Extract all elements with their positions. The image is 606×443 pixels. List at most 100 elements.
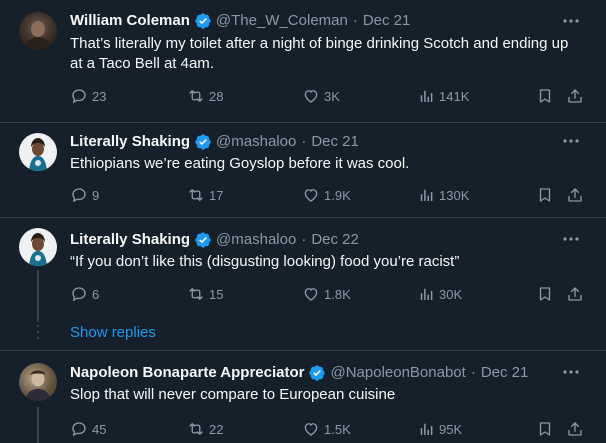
views-button[interactable]: 95K [417, 419, 462, 439]
views-icon [417, 87, 435, 105]
tweet-date[interactable]: Dec 21 [481, 363, 529, 383]
tweet-text: That’s literally my toilet after a night… [70, 35, 569, 72]
retweet-count: 15 [209, 286, 224, 302]
more-icon[interactable] [562, 138, 580, 144]
bookmark-icon [536, 87, 554, 105]
show-replies-link[interactable]: Show replies [70, 324, 156, 341]
views-button[interactable]: 30K [417, 284, 462, 304]
reply-button[interactable]: 45 [70, 419, 106, 439]
like-button[interactable]: 1.8K [302, 284, 351, 304]
retweet-button[interactable]: 28 [187, 86, 223, 106]
more-icon[interactable] [562, 236, 580, 242]
bookmark-button[interactable] [536, 419, 558, 439]
author-name[interactable]: Literally Shaking [70, 230, 190, 250]
reply-icon [70, 186, 88, 204]
tweet-date[interactable]: Dec 21 [311, 132, 359, 152]
share-button[interactable] [566, 86, 588, 106]
reply-button[interactable]: 23 [70, 86, 106, 106]
views-count: 141K [439, 88, 470, 104]
thread-line [37, 270, 39, 322]
like-button[interactable]: 1.9K [302, 185, 351, 205]
tweet-1[interactable]: William Coleman @The_W_Coleman · Dec 21 … [0, 0, 606, 122]
avatar[interactable] [19, 228, 57, 266]
retweet-button[interactable]: 17 [187, 185, 223, 205]
bookmark-icon [536, 285, 554, 303]
separator-dot: · [352, 12, 358, 29]
views-button[interactable]: 130K [417, 185, 469, 205]
views-icon [417, 186, 435, 204]
author-handle[interactable]: @mashaloo [216, 132, 296, 152]
avatar[interactable] [19, 12, 57, 50]
separator-dot: · [301, 133, 307, 150]
reply-count: 6 [92, 286, 100, 302]
views-count: 130K [439, 187, 470, 203]
tweet-date[interactable]: Dec 22 [311, 230, 359, 250]
tweet-2[interactable]: Literally Shaking @mashaloo · Dec 21 Eth… [0, 123, 606, 217]
retweet-button[interactable]: 22 [187, 419, 223, 439]
tweet-date[interactable]: Dec 21 [363, 11, 411, 31]
separator-dot: · [301, 231, 307, 248]
like-icon [302, 186, 320, 204]
author-handle[interactable]: @The_W_Coleman [216, 11, 348, 31]
reply-icon [70, 285, 88, 303]
share-button[interactable] [566, 284, 588, 304]
tweet-4[interactable]: Napoleon Bonaparte Appreciator @Napoleon… [0, 351, 606, 443]
bookmark-icon [536, 186, 554, 204]
views-icon [417, 285, 435, 303]
tweet-text: Slop that will never compare to European… [70, 386, 396, 403]
bookmark-button[interactable] [536, 185, 558, 205]
retweet-button[interactable]: 15 [187, 284, 223, 304]
avatar[interactable] [19, 133, 57, 171]
retweet-count: 17 [209, 187, 224, 203]
more-icon[interactable] [562, 369, 580, 375]
reply-count: 23 [92, 88, 107, 104]
like-count: 1.9K [324, 187, 351, 203]
tweet-text: Ethiopians we’re eating Goyslop before i… [70, 155, 410, 172]
views-button[interactable]: 141K [417, 86, 469, 106]
bookmark-button[interactable] [536, 284, 558, 304]
reply-button[interactable]: 6 [70, 284, 99, 304]
more-icon[interactable] [562, 18, 580, 24]
tweet-actions: 23 28 3K 141K [70, 86, 590, 106]
tweet-actions: 6 15 1.8K 30K [70, 284, 590, 304]
like-count: 3K [324, 88, 340, 104]
tweet-3[interactable]: Literally Shaking @mashaloo · Dec 22 “If… [0, 218, 606, 350]
like-count: 1.8K [324, 286, 351, 302]
author-name[interactable]: Napoleon Bonaparte Appreciator [70, 363, 304, 383]
thread-ellipsis-icon [36, 324, 40, 340]
avatar[interactable] [19, 363, 57, 401]
thread-line [37, 407, 39, 443]
reply-icon [70, 87, 88, 105]
tweet-actions: 9 17 1.9K 130K [70, 185, 590, 205]
bookmark-icon [536, 420, 554, 438]
share-icon [566, 285, 584, 303]
author-handle[interactable]: @mashaloo [216, 230, 296, 250]
like-button[interactable]: 1.5K [302, 419, 351, 439]
reply-icon [70, 420, 88, 438]
reply-button[interactable]: 9 [70, 185, 99, 205]
author-name[interactable]: William Coleman [70, 11, 190, 31]
reply-count: 45 [92, 421, 107, 437]
views-count: 95K [439, 421, 463, 437]
like-icon [302, 420, 320, 438]
share-button[interactable] [566, 419, 588, 439]
share-icon [566, 420, 584, 438]
author-handle[interactable]: @NapoleonBonabot [330, 363, 465, 383]
retweet-icon [187, 420, 205, 438]
bookmark-button[interactable] [536, 86, 558, 106]
verified-badge-icon [308, 364, 326, 382]
verified-badge-icon [194, 231, 212, 249]
author-name[interactable]: Literally Shaking [70, 132, 190, 152]
share-button[interactable] [566, 185, 588, 205]
separator-dot: · [470, 364, 476, 381]
verified-badge-icon [194, 133, 212, 151]
tweet-actions: 45 22 1.5K 95K [70, 419, 590, 439]
retweet-icon [187, 285, 205, 303]
views-icon [417, 420, 435, 438]
like-button[interactable]: 3K [302, 86, 340, 106]
like-count: 1.5K [324, 421, 351, 437]
retweet-icon [187, 87, 205, 105]
retweet-count: 22 [209, 421, 224, 437]
share-icon [566, 186, 584, 204]
verified-badge-icon [194, 12, 212, 30]
